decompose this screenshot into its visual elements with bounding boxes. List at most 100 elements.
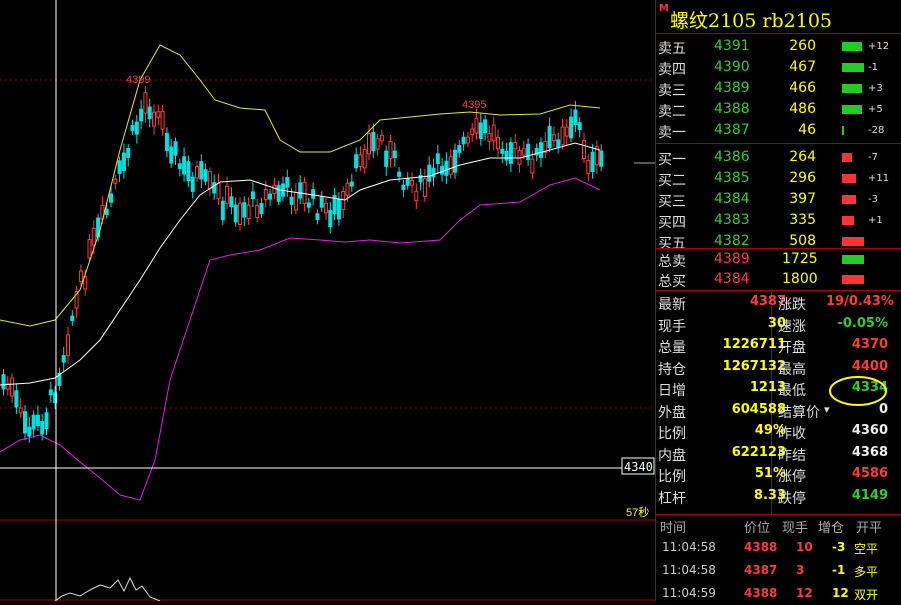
candle-body	[379, 134, 384, 142]
candle-body	[48, 389, 53, 396]
stat-value-left: 51%	[754, 466, 786, 481]
row-label: 买一	[658, 152, 686, 168]
second-high-label: 4395	[462, 99, 486, 111]
candle-body	[44, 412, 49, 430]
volume-change-bar	[842, 255, 864, 264]
candle-body	[599, 150, 604, 167]
candle-body	[328, 210, 333, 228]
stat-row: 比例 49% 昨收 4360	[656, 421, 901, 443]
kline-svg[interactable]: 4340 4399 4395 57秒	[0, 0, 655, 602]
ticks-header: 时间 价位 现手 增仓 开平	[656, 514, 901, 536]
stat-value-left: 30	[767, 315, 786, 331]
candle-body	[569, 116, 574, 139]
candle-body	[306, 202, 311, 208]
market-marker: M	[659, 3, 669, 14]
candle-body	[130, 125, 135, 132]
row-label: 总买	[658, 274, 686, 290]
bid-total-divider	[656, 248, 901, 249]
tick-row: 11:04:58 4388 10 -3 空平	[656, 536, 901, 559]
order-book-row[interactable]: 卖一 4387 46 -28	[656, 120, 901, 141]
stat-value-right: 4360	[851, 423, 888, 438]
candle-body	[311, 189, 316, 199]
candle-body	[195, 166, 199, 179]
row-price: 4391	[714, 38, 750, 54]
row-volume: 1725	[782, 251, 818, 267]
stat-label-right: 昨收	[778, 426, 806, 442]
order-book-row[interactable]: 买一 4386 264 -7	[656, 147, 901, 168]
order-book-row[interactable]: 买二 4385 296 +11	[656, 168, 901, 189]
candle-body	[246, 204, 251, 220]
candle-body	[302, 181, 307, 204]
row-price: 4384	[714, 271, 750, 287]
candle-body	[392, 150, 397, 159]
volume-change-value: +5	[868, 104, 883, 115]
lowest-price-highlight-ellipse	[829, 376, 887, 406]
candle-body	[453, 149, 457, 173]
candle-body	[27, 426, 32, 437]
candle-body	[160, 111, 165, 130]
candle-body	[354, 154, 359, 169]
candle-body	[556, 139, 561, 148]
candle-body	[1, 374, 6, 390]
candle-body	[126, 148, 131, 158]
tick-time: 11:04:59	[662, 586, 716, 600]
volume-change-value: -28	[868, 125, 885, 136]
candle-body	[461, 136, 466, 145]
candle-body	[319, 196, 324, 208]
row-price: 4390	[714, 59, 750, 75]
candle-body	[457, 145, 462, 153]
candle-body	[182, 156, 187, 175]
candle-body	[547, 125, 552, 149]
countdown-label: 57秒	[626, 505, 649, 519]
row-price: 4384	[714, 191, 750, 207]
candle-body	[521, 148, 526, 156]
volume-change-value: -3	[868, 194, 878, 205]
total-row[interactable]: 总卖 4389 1725	[656, 249, 901, 270]
row-volume: 296	[789, 170, 816, 186]
candle-body	[177, 163, 182, 169]
tick-row: 11:04:58 4387 3 -1 多平	[656, 559, 901, 582]
stat-label-left: 内盘	[658, 447, 686, 464]
crosshair-price-label: 4340	[624, 460, 653, 474]
tick-price: 4388	[744, 586, 778, 600]
stat-label-right: 跌停	[778, 490, 806, 507]
row-label: 买三	[658, 194, 686, 210]
candle-body	[152, 111, 156, 127]
candle-body	[121, 152, 126, 171]
candle-body	[405, 178, 410, 186]
volume-change-bar	[842, 42, 862, 51]
row-volume: 466	[789, 80, 816, 96]
order-book-row[interactable]: 卖二 4388 486 +5	[656, 99, 901, 120]
order-book-row[interactable]: 卖五 4391 260 +12	[656, 36, 901, 57]
candle-body	[87, 239, 92, 259]
candle-body	[250, 191, 255, 199]
candle-body	[147, 106, 152, 119]
stat-label-right: 结算价	[778, 404, 820, 421]
instrument-title[interactable]: 螺纹2105 rb2105	[670, 6, 832, 33]
candle-body	[238, 202, 242, 226]
row-label: 卖五	[658, 41, 686, 57]
order-book-row[interactable]: 买四 4383 335 +1	[656, 210, 901, 231]
candle-body	[104, 208, 109, 215]
candle-body	[358, 154, 363, 168]
stat-label-left: 比例	[658, 426, 686, 442]
candle-body	[289, 196, 294, 205]
stat-value-right: 4370	[851, 337, 888, 352]
row-price: 4385	[714, 170, 750, 186]
candle-body	[61, 355, 66, 363]
candle-body	[35, 414, 40, 426]
stat-value-right: 4149	[851, 487, 888, 503]
candle-body	[164, 132, 169, 151]
ticks-header-time: 时间	[660, 521, 687, 536]
candle-body	[500, 148, 505, 154]
candle-body	[216, 182, 221, 200]
order-book-row[interactable]: 买三 4384 397 -3	[656, 189, 901, 210]
order-book-row[interactable]: 卖四 4390 467 -1	[656, 57, 901, 78]
kline-chart[interactable]: 4340 4399 4395 57秒	[0, 0, 655, 602]
stat-row: 杠杆 8.33 跌停 4149	[656, 486, 901, 508]
total-row[interactable]: 总买 4384 1800	[656, 269, 901, 290]
total-stats-divider	[656, 290, 901, 291]
order-book-row[interactable]: 卖三 4389 466 +3	[656, 78, 901, 99]
candle-body	[551, 134, 556, 142]
volume-change-bar	[842, 105, 862, 114]
